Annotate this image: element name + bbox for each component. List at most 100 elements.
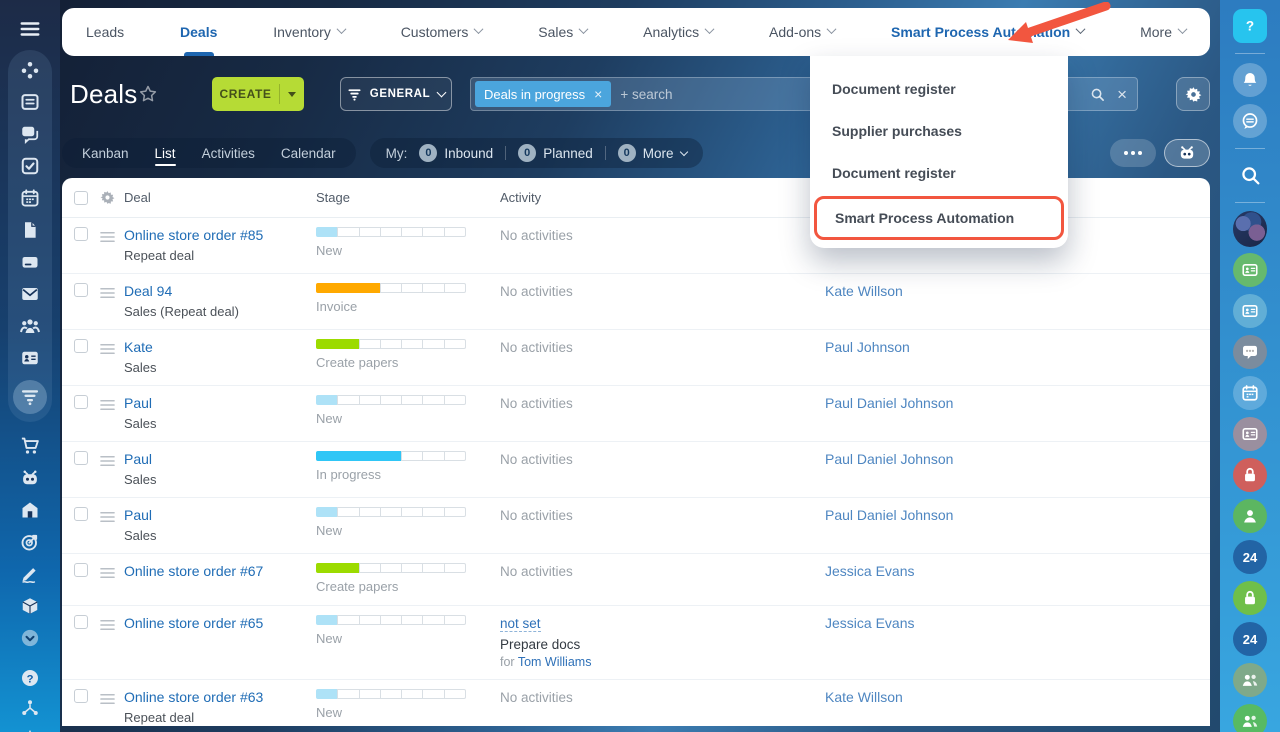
row-checkbox[interactable] [74, 507, 88, 521]
tab-calendar[interactable]: Calendar [281, 143, 336, 164]
sign-icon[interactable] [20, 564, 40, 584]
user-button-green[interactable] [1233, 499, 1267, 533]
row-checkbox[interactable] [74, 451, 88, 465]
settings-gear-button[interactable] [1176, 77, 1210, 111]
deal-link[interactable]: Paul [124, 395, 152, 411]
documents-icon[interactable] [20, 220, 40, 240]
row-checkbox[interactable] [74, 227, 88, 241]
group-button-sage[interactable] [1233, 663, 1267, 697]
nav-item-analytics[interactable]: Analytics [643, 8, 715, 56]
client-link[interactable]: Kate Willson [825, 689, 903, 705]
stage-progress-bar[interactable] [316, 451, 466, 461]
client-link[interactable]: Jessica Evans [825, 615, 914, 631]
locked-chat-green[interactable] [1233, 581, 1267, 615]
sales-cart-icon[interactable] [20, 436, 40, 456]
row-menu-icon[interactable] [100, 398, 115, 410]
deal-link[interactable]: Online store order #85 [124, 227, 263, 243]
dropdown-item-smart-process-automation[interactable]: Smart Process Automation [814, 196, 1064, 240]
row-checkbox[interactable] [74, 563, 88, 577]
column-header-stage[interactable]: Stage [316, 190, 500, 205]
nav-item-deals[interactable]: Deals [180, 8, 217, 56]
search-button[interactable] [1233, 158, 1267, 192]
contact-center-icon[interactable] [20, 348, 40, 368]
tab-kanban[interactable]: Kanban [82, 143, 129, 164]
row-checkbox[interactable] [74, 689, 88, 703]
nav-item-sales[interactable]: Sales [538, 8, 589, 56]
row-menu-icon[interactable] [100, 510, 115, 522]
stage-progress-bar[interactable] [316, 339, 466, 349]
client-link[interactable]: Paul Daniel Johnson [825, 395, 953, 411]
stage-progress-bar[interactable] [316, 227, 466, 237]
tab-list[interactable]: List [154, 143, 176, 166]
client-link[interactable]: Paul Daniel Johnson [825, 451, 953, 467]
dropdown-item-document-register[interactable]: Document register [810, 68, 1068, 110]
more-options-button[interactable] [1110, 139, 1156, 167]
clear-search-icon[interactable]: × [1117, 86, 1127, 103]
deal-link[interactable]: Paul [124, 451, 152, 467]
dropdown-item-document-register[interactable]: Document register [810, 152, 1068, 194]
search-icon[interactable] [1090, 87, 1105, 102]
stage-progress-bar[interactable] [316, 615, 466, 625]
bitrix24-badge[interactable]: 24 [1233, 540, 1267, 574]
tasks-icon[interactable] [20, 156, 40, 176]
counter-inbound[interactable]: 0 Inbound [419, 144, 493, 162]
inventory-box-icon[interactable] [20, 596, 40, 616]
favorite-star-icon[interactable] [138, 84, 158, 104]
select-all-checkbox[interactable] [74, 190, 88, 205]
deal-link[interactable]: Paul [124, 507, 152, 523]
contact-button-gray[interactable] [1233, 417, 1267, 451]
user-avatar[interactable] [1233, 211, 1267, 247]
calendar-icon[interactable] [20, 188, 40, 208]
person-link[interactable]: Tom Williams [518, 655, 592, 669]
nav-item-inventory[interactable]: Inventory [273, 8, 347, 56]
counter-planned[interactable]: 0 Planned [518, 144, 593, 162]
row-menu-icon[interactable] [100, 230, 115, 242]
client-link[interactable]: Jessica Evans [825, 563, 914, 579]
chat-button[interactable] [1233, 104, 1267, 138]
create-dropdown-caret[interactable] [280, 92, 304, 97]
chip-remove-icon[interactable]: × [594, 86, 602, 102]
newsfeed-icon[interactable] [20, 92, 40, 112]
marketing-target-icon[interactable] [20, 532, 40, 552]
extensions-icon[interactable] [20, 728, 40, 732]
market-icon[interactable] [20, 500, 40, 520]
deal-link[interactable]: Kate [124, 339, 153, 355]
stage-progress-bar[interactable] [316, 283, 466, 293]
contact-button-green[interactable] [1233, 253, 1267, 287]
locked-chat-red[interactable] [1233, 458, 1267, 492]
activity-not-set-link[interactable]: not set [500, 616, 541, 632]
nav-item-more[interactable]: More [1140, 8, 1188, 56]
deal-link[interactable]: Deal 94 [124, 283, 172, 299]
row-menu-icon[interactable] [100, 566, 115, 578]
tab-activities[interactable]: Activities [202, 143, 255, 164]
deal-link[interactable]: Online store order #65 [124, 615, 263, 631]
row-checkbox[interactable] [74, 395, 88, 409]
filter-preset-button[interactable]: GENERAL [340, 77, 452, 111]
row-checkbox[interactable] [74, 339, 88, 353]
deal-link[interactable]: Online store order #63 [124, 689, 263, 705]
dropdown-item-supplier-purchases[interactable]: Supplier purchases [810, 110, 1068, 152]
row-menu-icon[interactable] [100, 286, 115, 298]
column-header-activity[interactable]: Activity [500, 190, 825, 205]
group-chat-button[interactable] [1233, 335, 1267, 369]
menu-icon[interactable] [19, 18, 41, 40]
more-chevron-icon[interactable] [20, 628, 40, 648]
stage-progress-bar[interactable] [316, 689, 466, 699]
client-link[interactable]: Paul Daniel Johnson [825, 507, 953, 523]
bitrix24-badge-2[interactable]: 24 [1233, 622, 1267, 656]
create-button[interactable]: CREATE [212, 77, 304, 111]
deal-link[interactable]: Online store order #67 [124, 563, 263, 579]
stage-progress-bar[interactable] [316, 563, 466, 573]
nav-item-leads[interactable]: Leads [86, 8, 124, 56]
contact-button-teal[interactable] [1233, 294, 1267, 328]
stage-progress-bar[interactable] [316, 507, 466, 517]
messenger-icon[interactable] [20, 124, 40, 144]
row-checkbox[interactable] [74, 283, 88, 297]
automation-robot-button[interactable] [1164, 139, 1210, 167]
sitemap-icon[interactable] [20, 698, 40, 718]
drive-icon[interactable] [20, 252, 40, 272]
counter-more[interactable]: 0 More [617, 144, 688, 162]
client-link[interactable]: Kate Willson [825, 283, 903, 299]
nav-item-smart-process-automation[interactable]: Smart Process Automation [891, 8, 1086, 56]
stage-progress-bar[interactable] [316, 395, 466, 405]
